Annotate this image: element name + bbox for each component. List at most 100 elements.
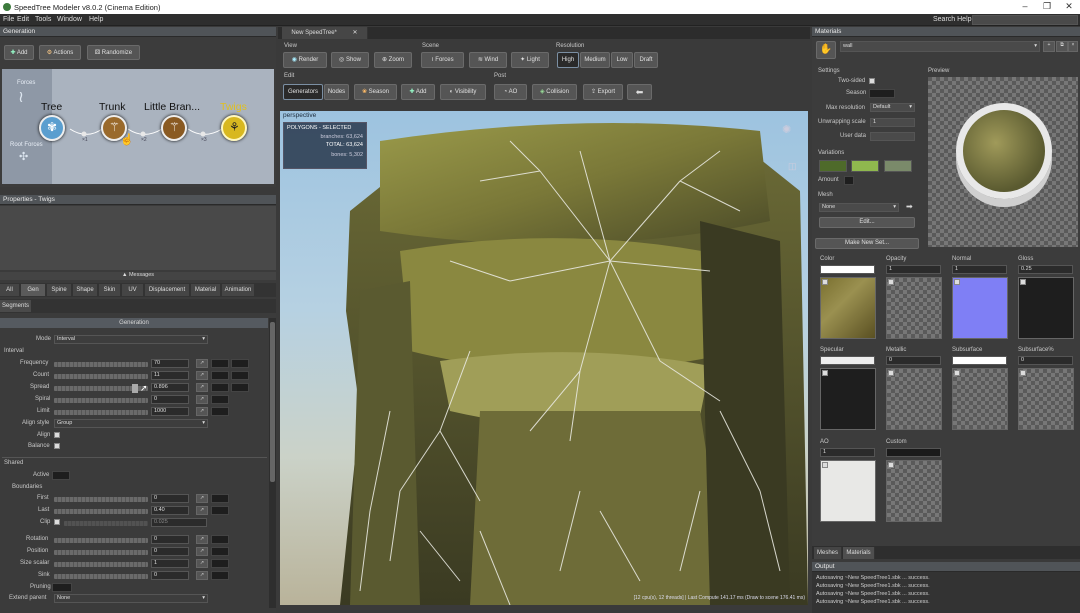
last-field[interactable]: 0.40	[151, 506, 189, 515]
map-color-swatch[interactable]	[820, 265, 875, 274]
map-gloss-checkbox[interactable]	[1020, 279, 1026, 285]
variation-swatch-1[interactable]	[819, 160, 847, 172]
wind-gizmo-icon[interactable]: ◫	[788, 161, 797, 172]
tab-animation[interactable]: Animation	[222, 284, 255, 296]
delete-material-icon[interactable]: ×	[1068, 41, 1078, 52]
align-style-select[interactable]: Group ▾	[54, 419, 208, 428]
resolution-high-button[interactable]: High	[557, 52, 579, 68]
render-button[interactable]: ◉ Render	[283, 52, 327, 68]
tab-material[interactable]: Material	[191, 284, 221, 296]
resolution-medium-button[interactable]: Medium	[580, 52, 610, 68]
frequency-field[interactable]: 70	[151, 359, 189, 368]
spiral-curve-button[interactable]: ↗	[196, 395, 208, 404]
rotation-var[interactable]	[211, 535, 229, 544]
randomize-button[interactable]: ⚄ Randomize	[87, 45, 140, 60]
balance-checkbox[interactable]	[54, 443, 60, 449]
ao-button[interactable]: ◔ AO	[494, 84, 527, 100]
rotation-field[interactable]: 0	[151, 535, 189, 544]
size-scalar-var[interactable]	[211, 559, 229, 568]
map-custom-texture[interactable]	[886, 460, 942, 522]
map-subsurface-pct-field[interactable]: 0	[1018, 356, 1073, 365]
map-opacity-field[interactable]: 1	[886, 265, 941, 274]
map-normal-field[interactable]: 1	[952, 265, 1007, 274]
map-opacity-checkbox[interactable]	[888, 279, 894, 285]
scrollbar-thumb[interactable]	[270, 322, 275, 482]
spread-var-2[interactable]	[231, 383, 249, 392]
first-field[interactable]: 0	[151, 494, 189, 503]
resolution-low-button[interactable]: Low	[611, 52, 633, 68]
map-color-checkbox[interactable]	[822, 279, 828, 285]
minimize-icon[interactable]: –	[1014, 1, 1036, 13]
map-specular-swatch[interactable]	[820, 356, 875, 365]
visibility-button[interactable]: ◐ Visibility	[440, 84, 486, 100]
map-custom-swatch[interactable]	[886, 448, 941, 457]
make-new-set-button[interactable]: Make New Set...	[815, 238, 919, 249]
tab-shape[interactable]: Shape	[73, 284, 98, 296]
map-ao-texture[interactable]	[820, 460, 876, 522]
properties-scrollbar[interactable]	[269, 318, 276, 608]
rotation-slider[interactable]	[54, 538, 148, 543]
zoom-button[interactable]: ⊕ Zoom	[374, 52, 412, 68]
map-subsurface-pct-texture[interactable]	[1018, 368, 1074, 430]
map-metallic-texture[interactable]	[886, 368, 942, 430]
position-curve-button[interactable]: ↗	[196, 547, 208, 556]
map-gloss-field[interactable]: 0.25	[1018, 265, 1073, 274]
spread-slider-handle[interactable]	[132, 384, 138, 393]
collision-button[interactable]: ◈ Collision	[532, 84, 577, 100]
limit-field[interactable]: 1000	[151, 407, 189, 416]
sink-field[interactable]: 0	[151, 571, 189, 580]
variation-swatch-2[interactable]	[851, 160, 879, 172]
position-var[interactable]	[211, 547, 229, 556]
map-subsurface-checkbox[interactable]	[954, 370, 960, 376]
search-help-input[interactable]	[972, 15, 1078, 25]
close-tab-icon[interactable]: ✕	[353, 30, 358, 36]
mode-select[interactable]: Interval ▾	[54, 335, 208, 344]
limit-curve-button[interactable]: ↗	[196, 407, 208, 416]
tab-displacement[interactable]: Displacement	[145, 284, 190, 296]
rotation-curve-button[interactable]: ↗	[196, 535, 208, 544]
close-icon[interactable]: ✕	[1058, 1, 1080, 13]
light-button[interactable]: ✦ Light	[511, 52, 549, 68]
two-sided-checkbox[interactable]	[869, 78, 875, 84]
clip-slider[interactable]	[64, 521, 148, 526]
map-subsurface-swatch[interactable]	[952, 356, 1007, 365]
map-ao-field[interactable]: 1	[820, 448, 875, 457]
3d-viewport[interactable]: perspective POLYGONS - SELECTED branches…	[280, 111, 808, 605]
size-scalar-field[interactable]: 1	[151, 559, 189, 568]
count-slider[interactable]	[54, 374, 148, 379]
tab-spine[interactable]: Spine	[47, 284, 72, 296]
mesh-select[interactable]: None ▾	[819, 203, 899, 212]
generators-button[interactable]: Generators	[283, 84, 323, 100]
material-preview[interactable]	[928, 77, 1078, 247]
tab-segments[interactable]: Segments	[0, 300, 32, 312]
nodes-button[interactable]: Nodes	[324, 84, 349, 100]
season-button[interactable]: ❀ Season	[354, 84, 397, 100]
twigs-node[interactable]: ⚘	[221, 115, 247, 141]
clip-checkbox[interactable]	[54, 519, 60, 525]
restore-icon[interactable]: ❐	[1036, 1, 1058, 13]
clip-field[interactable]: 0.025	[151, 518, 207, 527]
menu-file[interactable]: File	[3, 16, 14, 23]
tab-skin[interactable]: Skin	[99, 284, 121, 296]
spiral-slider[interactable]	[54, 398, 148, 403]
user-data-field[interactable]	[870, 132, 915, 141]
first-curve-button[interactable]: ↗	[196, 494, 208, 503]
tab-all[interactable]: All	[0, 284, 20, 296]
map-ao-checkbox[interactable]	[822, 462, 828, 468]
spread-curve-button[interactable]: ↗	[196, 383, 208, 392]
position-field[interactable]: 0	[151, 547, 189, 556]
map-color-texture[interactable]	[820, 277, 876, 339]
pruning-toggle[interactable]	[52, 583, 72, 592]
light-gizmo-icon[interactable]: ✺	[782, 123, 791, 136]
season-toggle[interactable]	[869, 89, 895, 98]
tab-materials[interactable]: Materials	[843, 547, 875, 559]
unwrapping-scale-field[interactable]: 1	[870, 118, 915, 127]
frequency-curve-button[interactable]: ↗	[196, 359, 208, 368]
frequency-slider[interactable]	[54, 362, 148, 367]
align-checkbox[interactable]	[54, 432, 60, 438]
hand-tool-button[interactable]: ✋	[816, 41, 836, 59]
map-specular-texture[interactable]	[820, 368, 876, 430]
size-scalar-curve-button[interactable]: ↗	[196, 559, 208, 568]
generator-graph[interactable]: Forces ≀ Root Forces ✣ ×1 ×2 ×3 Tree ✾ T…	[2, 69, 274, 184]
add-material-icon[interactable]: +	[1043, 41, 1055, 52]
